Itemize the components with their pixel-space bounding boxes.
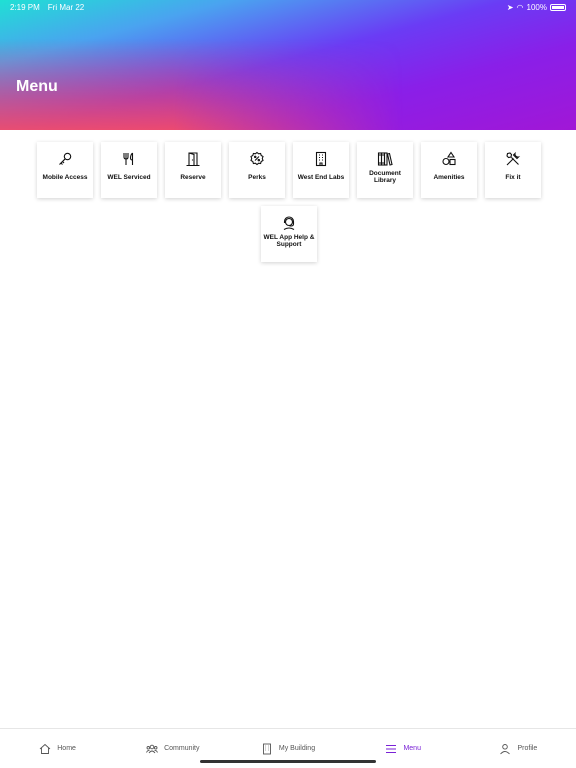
hamburger-icon xyxy=(386,744,397,753)
menu-tile-wel-serviced[interactable]: WEL Serviced xyxy=(101,142,157,198)
menu-grid: Mobile Access WEL Serviced Reserve Perks… xyxy=(36,142,542,262)
header-banner: 2:19 PM Fri Mar 22 ➤ ◠ 100% Menu xyxy=(0,0,576,130)
page-title: Menu xyxy=(16,78,58,95)
tab-my-building[interactable]: My Building xyxy=(230,743,345,755)
wifi-icon: ◠ xyxy=(516,2,524,12)
tools-icon xyxy=(505,151,521,167)
tab-label-community: Community xyxy=(164,745,200,752)
person-icon xyxy=(500,743,511,754)
tab-home[interactable]: Home xyxy=(0,743,115,755)
status-indicators: ➤ ◠ 100% xyxy=(507,3,566,12)
tab-label-profile: Profile xyxy=(517,745,538,752)
menu-tile-label: West End Labs xyxy=(297,173,345,181)
signal-icon: ➤ xyxy=(506,2,514,12)
books-icon xyxy=(377,151,393,167)
menu-tile-label: WEL Serviced xyxy=(107,173,151,181)
status-date: Fri Mar 22 xyxy=(47,2,85,12)
menu-tile-document-library[interactable]: Document Library xyxy=(357,142,413,198)
fork-knife-icon xyxy=(121,151,137,167)
menu-tile-perks[interactable]: Perks xyxy=(229,142,285,198)
menu-tile-label: WEL App Help & Support xyxy=(263,234,315,248)
key-icon xyxy=(57,151,73,167)
home-icon xyxy=(39,743,51,754)
menu-tile-label: Mobile Access xyxy=(42,173,88,181)
tab-menu[interactable]: Menu xyxy=(346,743,461,755)
menu-tile-mobile-access[interactable]: Mobile Access xyxy=(37,142,93,198)
menu-tile-label: Document Library xyxy=(369,170,401,184)
menu-tile-reserve[interactable]: Reserve xyxy=(165,142,221,198)
door-icon xyxy=(185,151,201,167)
tab-label-home: Home xyxy=(57,745,76,752)
battery-icon xyxy=(550,3,566,11)
menu-tile-help-support[interactable]: WEL App Help & Support xyxy=(261,206,317,262)
status-time: 2:19 PM xyxy=(10,2,40,12)
community-icon xyxy=(146,744,159,753)
status-bar: 2:19 PM Fri Mar 22 ➤ ◠ 100% xyxy=(0,0,576,14)
menu-tile-label: Perks xyxy=(248,173,266,181)
tab-label-my-building: My Building xyxy=(278,745,316,752)
menu-tile-west-end-labs[interactable]: West End Labs xyxy=(293,142,349,198)
tab-label-menu: Menu xyxy=(403,745,421,752)
building-icon xyxy=(262,743,271,754)
headset-icon xyxy=(281,215,297,231)
tab-profile[interactable]: Profile xyxy=(461,743,576,755)
menu-tile-label: Amenities xyxy=(433,173,465,181)
shapes-icon xyxy=(441,151,457,167)
home-indicator[interactable] xyxy=(200,760,376,763)
menu-tile-label: Fix it xyxy=(505,173,521,181)
menu-tile-label: Reserve xyxy=(180,173,206,181)
tab-community[interactable]: Community xyxy=(115,743,230,755)
menu-tile-amenities[interactable]: Amenities xyxy=(421,142,477,198)
battery-percent: 100% xyxy=(526,2,547,12)
building-icon xyxy=(313,151,329,167)
menu-tile-fix-it[interactable]: Fix it xyxy=(485,142,541,198)
percent-badge-icon xyxy=(249,151,265,167)
